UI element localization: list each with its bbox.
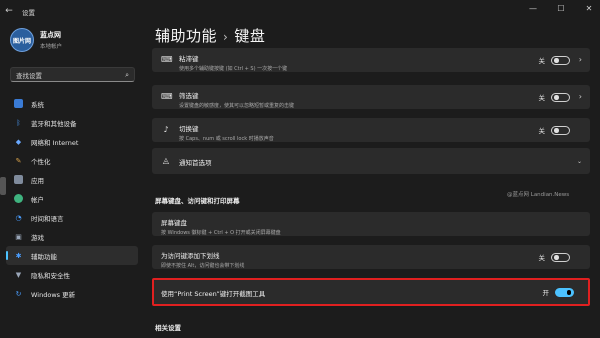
minimize-icon[interactable]: — <box>528 4 538 13</box>
toggle-keys-card[interactable]: ♪ 切换键 按 Caps、num 或 scroll lock 时播放声音 关 <box>152 118 590 142</box>
toggle-state-label: 开 <box>542 289 550 297</box>
network-icon: ◆ <box>15 137 22 146</box>
keyboard-icon: ⌨ <box>161 92 173 101</box>
toggle-state-label: 关 <box>538 127 546 135</box>
accounts-icon <box>14 194 23 203</box>
section-heading: 屏幕键盘、访问键和打印屏幕 <box>155 197 240 205</box>
maximize-icon[interactable]: ☐ <box>556 4 566 13</box>
keyboard-icon: ⌨ <box>161 55 173 64</box>
search-icon[interactable]: ⌕ <box>125 71 129 80</box>
sidebar-scroll-handle[interactable] <box>0 177 6 195</box>
toggle-state-label: 关 <box>538 57 546 65</box>
print-screen-toggle[interactable] <box>555 287 574 297</box>
notification-preferences-card[interactable]: ◬ 通知首选项 ⌄ <box>152 148 590 174</box>
underline-access-keys-card[interactable]: 为访问键添加下划线 即使不按住 Alt，访问键也会带下划线 关 <box>152 245 590 269</box>
bell-icon: ◬ <box>162 156 170 165</box>
sidebar-item-bluetooth[interactable]: ᛒ 蓝牙和其他设备 <box>6 113 138 132</box>
search-placeholder: 查找设置 <box>16 71 42 80</box>
sidebar-item-label: 帐户 <box>31 195 44 204</box>
sidebar-item-label: 系统 <box>31 100 44 109</box>
personalization-icon: ✎ <box>15 156 22 165</box>
card-description: 即使不按住 Alt，访问键也会带下划线 <box>161 263 245 269</box>
filter-keys-toggle[interactable] <box>551 92 570 102</box>
speaker-icon: ♪ <box>163 125 169 134</box>
bluetooth-icon: ᛒ <box>16 118 21 127</box>
sidebar-item-accessibility[interactable]: ✱ 辅助功能 <box>6 246 138 265</box>
chevron-right-icon[interactable]: › <box>579 55 582 64</box>
windows-update-icon: ↻ <box>15 289 22 298</box>
avatar: 图片网 <box>10 28 34 52</box>
card-description: 设置键盘的敏感度，使其可以忽略短暂或重复的击键 <box>179 103 295 109</box>
time-language-icon: ◔ <box>15 213 22 222</box>
card-description: 使用多个辅助键按键 (如 Ctrl + S) 一次按一个键 <box>179 66 288 72</box>
card-title: 粘滞键 <box>179 55 199 63</box>
sidebar-item-label: 个性化 <box>31 157 51 166</box>
gaming-icon: ▣ <box>15 232 22 241</box>
app-title: 设置 <box>22 9 35 17</box>
card-title: 切换键 <box>179 125 199 133</box>
onscreen-keyboard-card[interactable]: 屏幕键盘 按 Windows 徽标键 + Ctrl + O 打开或关闭屏幕键盘 <box>152 212 590 236</box>
sidebar-item-gaming[interactable]: ▣ 游戏 <box>6 227 138 246</box>
breadcrumb-separator: › <box>223 30 229 44</box>
sidebar-item-label: 应用 <box>31 176 44 185</box>
system-icon <box>14 99 23 108</box>
window-controls: — ☐ ✕ <box>528 4 594 13</box>
sidebar-item-time-language[interactable]: ◔ 时间和语言 <box>6 208 138 227</box>
sidebar-item-label: 游戏 <box>31 233 44 242</box>
sidebar-item-windows-update[interactable]: ↻ Windows 更新 <box>6 284 138 303</box>
sidebar-item-apps[interactable]: 应用 <box>6 170 138 189</box>
accessibility-icon: ✱ <box>15 251 22 260</box>
breadcrumb: 辅助功能 › 键盘 <box>155 25 265 46</box>
breadcrumb-parent[interactable]: 辅助功能 <box>155 27 217 45</box>
card-title: 使用“Print Screen”键打开截图工具 <box>161 290 266 298</box>
card-title: 为访问键添加下划线 <box>161 252 220 260</box>
sidebar-nav: 系统 ᛒ 蓝牙和其他设备 ◆ 网络和 Internet ✎ 个性化 应用 帐户 … <box>6 94 138 303</box>
sidebar-item-label: Windows 更新 <box>31 290 76 299</box>
search-input[interactable]: 查找设置 ⌕ <box>10 67 135 82</box>
toggle-state-label: 关 <box>538 94 546 102</box>
sticky-keys-toggle[interactable] <box>551 55 570 65</box>
print-screen-card[interactable]: 使用“Print Screen”键打开截图工具 开 <box>152 280 590 304</box>
card-title: 通知首选项 <box>179 159 212 167</box>
sidebar-item-label: 辅助功能 <box>31 252 57 261</box>
back-arrow-icon[interactable]: ← <box>4 6 14 16</box>
underline-access-keys-toggle[interactable] <box>551 252 570 262</box>
card-description: 按 Caps、num 或 scroll lock 时播放声音 <box>179 136 274 142</box>
sidebar-item-system[interactable]: 系统 <box>6 94 138 113</box>
sticky-keys-card[interactable]: ⌨ 粘滞键 使用多个辅助键按键 (如 Ctrl + S) 一次按一个键 关 › <box>152 48 590 72</box>
sidebar-item-personalization[interactable]: ✎ 个性化 <box>6 151 138 170</box>
sidebar-item-privacy[interactable]: ▼ 隐私和安全性 <box>6 265 138 284</box>
sidebar-item-label: 时间和语言 <box>31 214 64 223</box>
sidebar: 图片网 蓝点网 本地帐户 查找设置 ⌕ 系统 ᛒ 蓝牙和其他设备 ◆ 网络和 I… <box>0 22 145 338</box>
privacy-icon: ▼ <box>15 270 22 279</box>
sidebar-item-label: 网络和 Internet <box>31 138 79 147</box>
profile-account-type: 本地帐户 <box>40 44 63 50</box>
chevron-right-icon[interactable]: › <box>579 92 582 101</box>
sidebar-item-accounts[interactable]: 帐户 <box>6 189 138 208</box>
title-bar: ← 设置 — ☐ ✕ <box>0 0 600 22</box>
apps-icon <box>14 175 23 184</box>
page-title: 键盘 <box>234 27 266 45</box>
watermark: @蓝点网 Landian.News <box>507 192 570 198</box>
profile[interactable]: 图片网 蓝点网 本地帐户 <box>10 28 62 52</box>
sidebar-item-label: 隐私和安全性 <box>31 271 70 280</box>
profile-name: 蓝点网 <box>40 31 61 39</box>
card-description: 按 Windows 徽标键 + Ctrl + O 打开或关闭屏幕键盘 <box>161 230 281 236</box>
toggle-state-label: 关 <box>538 254 546 262</box>
filter-keys-card[interactable]: ⌨ 筛选键 设置键盘的敏感度，使其可以忽略短暂或重复的击键 关 › <box>152 85 590 109</box>
sidebar-item-label: 蓝牙和其他设备 <box>31 119 77 128</box>
close-icon[interactable]: ✕ <box>584 4 594 13</box>
related-settings-heading: 相关设置 <box>155 324 181 332</box>
toggle-keys-toggle[interactable] <box>551 125 570 135</box>
chevron-down-icon[interactable]: ⌄ <box>577 158 582 165</box>
sidebar-item-network[interactable]: ◆ 网络和 Internet <box>6 132 138 151</box>
card-title: 筛选键 <box>179 92 199 100</box>
card-title: 屏幕键盘 <box>161 219 187 227</box>
